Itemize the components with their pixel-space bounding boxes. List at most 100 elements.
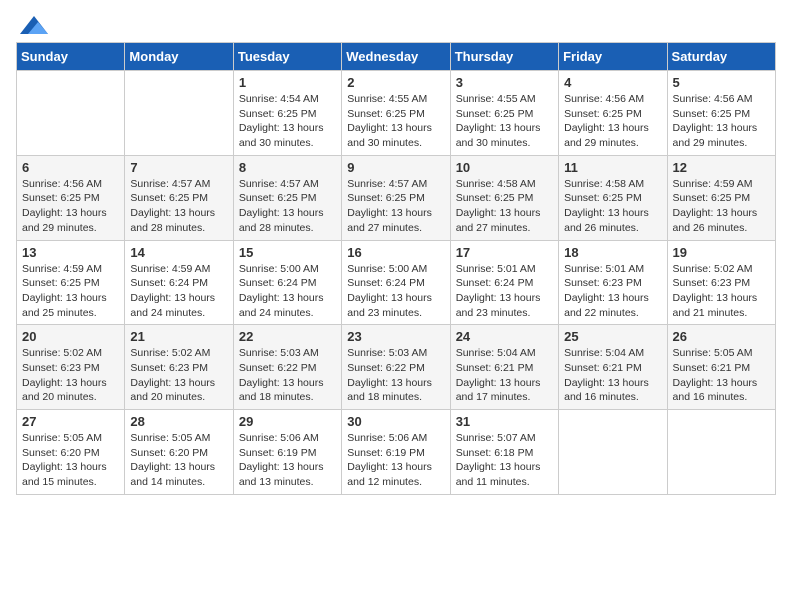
column-header-saturday: Saturday [667, 43, 775, 71]
calendar-cell: 22 Sunrise: 5:03 AMSunset: 6:22 PMDayligh… [233, 325, 341, 410]
day-number: 2 [347, 75, 444, 90]
calendar-cell: 18 Sunrise: 5:01 AMSunset: 6:23 PMDayligh… [559, 240, 667, 325]
calendar-table: SundayMondayTuesdayWednesdayThursdayFrid… [16, 42, 776, 495]
day-info: Sunrise: 5:01 AMSunset: 6:23 PMDaylight:… [564, 262, 661, 321]
calendar-cell: 15 Sunrise: 5:00 AMSunset: 6:24 PMDayligh… [233, 240, 341, 325]
calendar-cell [559, 410, 667, 495]
logo [16, 16, 48, 34]
day-info: Sunrise: 5:02 AMSunset: 6:23 PMDaylight:… [130, 346, 227, 405]
day-number: 15 [239, 245, 336, 260]
column-header-thursday: Thursday [450, 43, 558, 71]
day-info: Sunrise: 5:05 AMSunset: 6:20 PMDaylight:… [22, 431, 119, 490]
day-number: 13 [22, 245, 119, 260]
day-number: 3 [456, 75, 553, 90]
day-info: Sunrise: 5:05 AMSunset: 6:21 PMDaylight:… [673, 346, 770, 405]
day-number: 6 [22, 160, 119, 175]
calendar-cell: 2 Sunrise: 4:55 AMSunset: 6:25 PMDaylight… [342, 71, 450, 156]
calendar-cell: 24 Sunrise: 5:04 AMSunset: 6:21 PMDayligh… [450, 325, 558, 410]
calendar-cell: 31 Sunrise: 5:07 AMSunset: 6:18 PMDayligh… [450, 410, 558, 495]
day-number: 17 [456, 245, 553, 260]
calendar-cell: 11 Sunrise: 4:58 AMSunset: 6:25 PMDayligh… [559, 155, 667, 240]
column-header-monday: Monday [125, 43, 233, 71]
column-header-wednesday: Wednesday [342, 43, 450, 71]
day-info: Sunrise: 4:56 AMSunset: 6:25 PMDaylight:… [564, 92, 661, 151]
day-number: 25 [564, 329, 661, 344]
calendar-cell: 12Sunrise: 4:59 AMSunset: 6:25 PMDayligh… [667, 155, 775, 240]
day-info: Sunrise: 5:00 AMSunset: 6:24 PMDaylight:… [239, 262, 336, 321]
day-number: 16 [347, 245, 444, 260]
day-info: Sunrise: 5:01 AMSunset: 6:24 PMDaylight:… [456, 262, 553, 321]
day-number: 24 [456, 329, 553, 344]
calendar-week-row: 1Sunrise: 4:54 AMSunset: 6:25 PMDaylight… [17, 71, 776, 156]
calendar-week-row: 27 Sunrise: 5:05 AMSunset: 6:20 PMDayligh… [17, 410, 776, 495]
day-info: Sunrise: 5:04 AMSunset: 6:21 PMDaylight:… [564, 346, 661, 405]
day-number: 12 [673, 160, 770, 175]
day-info: Sunrise: 5:02 AMSunset: 6:23 PMDaylight:… [673, 262, 770, 321]
day-info: Sunrise: 4:56 AMSunset: 6:25 PMDaylight:… [22, 177, 119, 236]
day-info: Sunrise: 5:03 AMSunset: 6:22 PMDaylight:… [239, 346, 336, 405]
day-number: 19 [673, 245, 770, 260]
calendar-cell: 7 Sunrise: 4:57 AMSunset: 6:25 PMDaylight… [125, 155, 233, 240]
day-number: 5 [673, 75, 770, 90]
day-info: Sunrise: 5:03 AMSunset: 6:22 PMDaylight:… [347, 346, 444, 405]
calendar-cell: 28 Sunrise: 5:05 AMSunset: 6:20 PMDayligh… [125, 410, 233, 495]
day-number: 28 [130, 414, 227, 429]
calendar-cell: 19 Sunrise: 5:02 AMSunset: 6:23 PMDayligh… [667, 240, 775, 325]
day-number: 31 [456, 414, 553, 429]
calendar-week-row: 20 Sunrise: 5:02 AMSunset: 6:23 PMDayligh… [17, 325, 776, 410]
calendar-cell: 26Sunrise: 5:05 AMSunset: 6:21 PMDayligh… [667, 325, 775, 410]
day-info: Sunrise: 5:06 AMSunset: 6:19 PMDaylight:… [347, 431, 444, 490]
day-number: 29 [239, 414, 336, 429]
calendar-cell: 17 Sunrise: 5:01 AMSunset: 6:24 PMDayligh… [450, 240, 558, 325]
day-number: 21 [130, 329, 227, 344]
day-info: Sunrise: 4:59 AMSunset: 6:24 PMDaylight:… [130, 262, 227, 321]
day-info: Sunrise: 4:57 AMSunset: 6:25 PMDaylight:… [347, 177, 444, 236]
calendar-header-row: SundayMondayTuesdayWednesdayThursdayFrid… [17, 43, 776, 71]
page-header [16, 16, 776, 34]
calendar-cell: 6 Sunrise: 4:56 AMSunset: 6:25 PMDaylight… [17, 155, 125, 240]
calendar-cell: 23 Sunrise: 5:03 AMSunset: 6:22 PMDayligh… [342, 325, 450, 410]
calendar-cell: 1Sunrise: 4:54 AMSunset: 6:25 PMDaylight… [233, 71, 341, 156]
calendar-cell: 10Sunrise: 4:58 AMSunset: 6:25 PMDayligh… [450, 155, 558, 240]
calendar-cell [125, 71, 233, 156]
day-info: Sunrise: 4:57 AMSunset: 6:25 PMDaylight:… [130, 177, 227, 236]
calendar-cell: 4Sunrise: 4:56 AMSunset: 6:25 PMDaylight… [559, 71, 667, 156]
calendar-cell: 14 Sunrise: 4:59 AMSunset: 6:24 PMDayligh… [125, 240, 233, 325]
day-info: Sunrise: 5:06 AMSunset: 6:19 PMDaylight:… [239, 431, 336, 490]
calendar-week-row: 6 Sunrise: 4:56 AMSunset: 6:25 PMDaylight… [17, 155, 776, 240]
day-info: Sunrise: 4:56 AMSunset: 6:25 PMDaylight:… [673, 92, 770, 151]
day-number: 11 [564, 160, 661, 175]
column-header-tuesday: Tuesday [233, 43, 341, 71]
column-header-sunday: Sunday [17, 43, 125, 71]
day-number: 22 [239, 329, 336, 344]
day-info: Sunrise: 4:59 AMSunset: 6:25 PMDaylight:… [22, 262, 119, 321]
day-info: Sunrise: 4:58 AMSunset: 6:25 PMDaylight:… [564, 177, 661, 236]
day-info: Sunrise: 4:55 AMSunset: 6:25 PMDaylight:… [347, 92, 444, 151]
day-number: 14 [130, 245, 227, 260]
calendar-cell: 21 Sunrise: 5:02 AMSunset: 6:23 PMDayligh… [125, 325, 233, 410]
day-info: Sunrise: 5:04 AMSunset: 6:21 PMDaylight:… [456, 346, 553, 405]
calendar-cell: 25 Sunrise: 5:04 AMSunset: 6:21 PMDayligh… [559, 325, 667, 410]
calendar-cell: 29 Sunrise: 5:06 AMSunset: 6:19 PMDayligh… [233, 410, 341, 495]
day-number: 30 [347, 414, 444, 429]
day-number: 23 [347, 329, 444, 344]
day-info: Sunrise: 4:57 AMSunset: 6:25 PMDaylight:… [239, 177, 336, 236]
column-header-friday: Friday [559, 43, 667, 71]
calendar-cell: 20Sunrise: 5:02 AMSunset: 6:23 PMDayligh… [17, 325, 125, 410]
day-number: 1 [239, 75, 336, 90]
day-info: Sunrise: 4:55 AMSunset: 6:25 PMDaylight:… [456, 92, 553, 151]
logo-icon [20, 16, 48, 34]
day-info: Sunrise: 5:07 AMSunset: 6:18 PMDaylight:… [456, 431, 553, 490]
day-number: 10 [456, 160, 553, 175]
day-number: 20 [22, 329, 119, 344]
calendar-cell: 3 Sunrise: 4:55 AMSunset: 6:25 PMDaylight… [450, 71, 558, 156]
day-number: 18 [564, 245, 661, 260]
day-number: 27 [22, 414, 119, 429]
calendar-cell [17, 71, 125, 156]
calendar-cell: 30 Sunrise: 5:06 AMSunset: 6:19 PMDayligh… [342, 410, 450, 495]
day-number: 9 [347, 160, 444, 175]
day-info: Sunrise: 5:05 AMSunset: 6:20 PMDaylight:… [130, 431, 227, 490]
day-number: 7 [130, 160, 227, 175]
calendar-cell: 13 Sunrise: 4:59 AMSunset: 6:25 PMDayligh… [17, 240, 125, 325]
calendar-cell: 8Sunrise: 4:57 AMSunset: 6:25 PMDaylight… [233, 155, 341, 240]
